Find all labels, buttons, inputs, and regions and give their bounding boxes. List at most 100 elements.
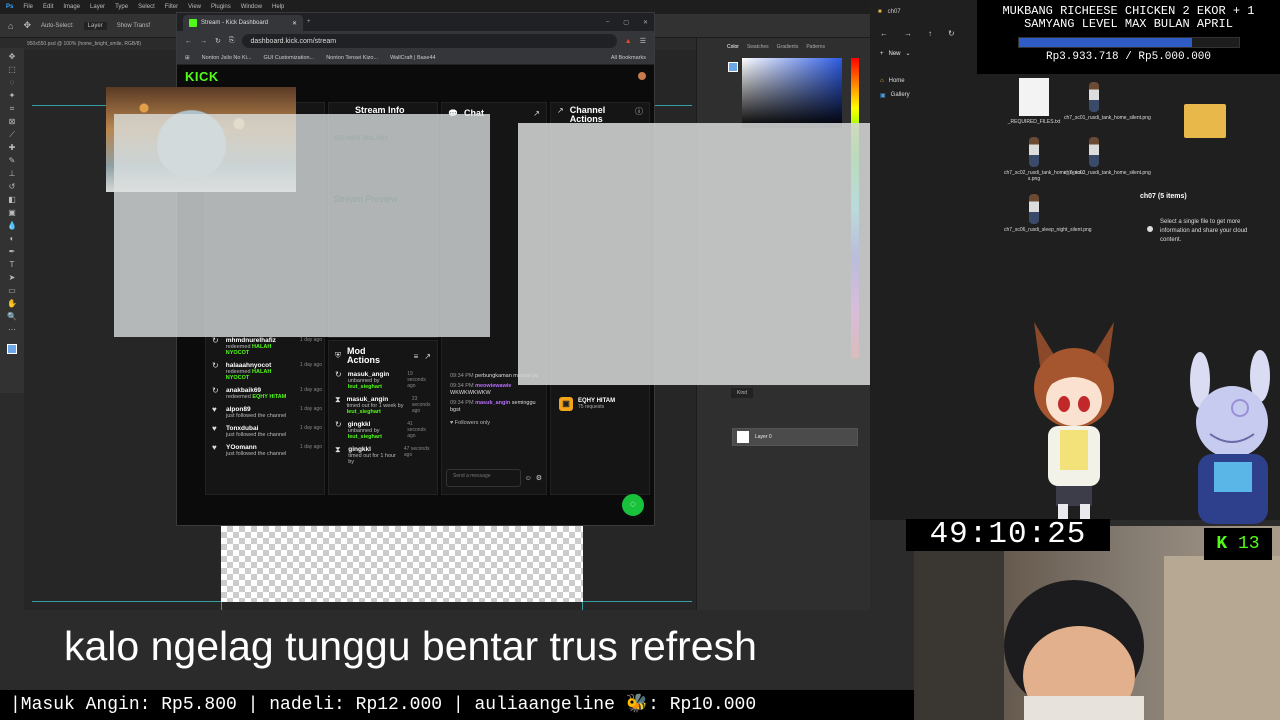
- forward-icon[interactable]: →: [200, 38, 207, 45]
- shape-tool[interactable]: ▭: [7, 286, 17, 295]
- sidebar-item-home[interactable]: ⌂ Home: [880, 74, 910, 88]
- layer-row[interactable]: Layer 0: [732, 428, 858, 446]
- home-icon[interactable]: ⌂: [8, 21, 13, 31]
- bookmark-item-4[interactable]: WallCraft | Base44: [390, 55, 436, 61]
- more-tools[interactable]: ⋯: [7, 325, 17, 334]
- tab-gradients[interactable]: Gradients: [777, 44, 799, 50]
- bookmark-item-1[interactable]: Nonton Jsilo No Ki...: [202, 55, 252, 61]
- frame-tool[interactable]: ⊠: [7, 117, 17, 126]
- type-tool[interactable]: T: [7, 260, 17, 269]
- avatar[interactable]: [638, 72, 646, 80]
- crop-tool[interactable]: ⌗: [7, 104, 17, 113]
- mod-action-user[interactable]: masuk_angin: [348, 371, 402, 378]
- healing-tool[interactable]: ✚: [7, 143, 17, 152]
- new-tab-icon[interactable]: +: [307, 19, 311, 25]
- bookmark-item-2[interactable]: GUI Customization...: [263, 55, 314, 61]
- file-item[interactable]: ch7_sc02_rusdi_tank_home_seriou s.png: [1004, 133, 1083, 182]
- ps-logo[interactable]: Ps: [6, 4, 13, 10]
- file-item[interactable]: ch7_sc01_rusdi_tank_home_silent.png: [1064, 78, 1151, 125]
- blur-tool[interactable]: 💧: [7, 221, 17, 230]
- extension-icon[interactable]: ▲: [625, 38, 632, 45]
- magic-wand-tool[interactable]: ✦: [7, 91, 17, 100]
- sidebar-item-gallery[interactable]: ▣ Gallery: [880, 88, 910, 102]
- menu-filter[interactable]: Filter: [165, 4, 178, 10]
- chat-input[interactable]: Send a message: [446, 469, 521, 487]
- popout-icon[interactable]: ↗: [424, 352, 431, 361]
- zoom-tool[interactable]: 🔍: [7, 312, 17, 321]
- new-button[interactable]: + New ⌄: [880, 50, 911, 58]
- browser-tab[interactable]: Stream - Kick Dashboard ✕: [183, 15, 303, 31]
- menu-image[interactable]: Image: [63, 4, 80, 10]
- hand-tool[interactable]: ✋: [7, 299, 17, 308]
- bookmark-item-3[interactable]: Nonton Tensei Kizo...: [326, 55, 378, 61]
- tab-swatches[interactable]: Swatches: [747, 44, 769, 50]
- activity-user[interactable]: YOomann: [226, 444, 286, 451]
- menu-plugins[interactable]: Plugins: [211, 4, 231, 10]
- activity-user[interactable]: mhmdnurelhafiz: [226, 337, 294, 344]
- menu-icon[interactable]: ☰: [640, 37, 646, 45]
- mod-action-by[interactable]: leut_sieghart: [348, 434, 382, 440]
- menu-edit[interactable]: Edit: [43, 4, 53, 10]
- file-item[interactable]: ch7_sc03_rusdi_tank_home_silent.png: [1064, 133, 1151, 182]
- foreground-swatch[interactable]: [728, 62, 738, 72]
- minimize-icon[interactable]: –: [606, 19, 609, 26]
- menu-select[interactable]: Select: [138, 4, 155, 10]
- lasso-tool[interactable]: ◌: [7, 78, 17, 87]
- folder-thumbnail-icon[interactable]: [1184, 104, 1226, 138]
- activity-user[interactable]: anakbaik69: [226, 387, 286, 394]
- info-icon[interactable]: ⓘ: [635, 106, 643, 124]
- up-icon[interactable]: ↑: [928, 29, 932, 38]
- file-item[interactable]: _REQUIRED_FILES.txt: [1004, 78, 1064, 125]
- marquee-tool[interactable]: ⬚: [7, 65, 17, 74]
- history-brush-tool[interactable]: ↺: [7, 182, 17, 191]
- activity-user[interactable]: alpon89: [226, 406, 286, 413]
- pen-tool[interactable]: ✒: [7, 247, 17, 256]
- menu-file[interactable]: File: [23, 4, 33, 10]
- foreground-color-swatch[interactable]: [7, 344, 17, 354]
- back-icon[interactable]: ←: [880, 29, 888, 38]
- auto-select-checkbox[interactable]: Auto-Select:: [41, 23, 74, 29]
- activity-user[interactable]: halaaahnyocot: [226, 362, 294, 369]
- kick-logo[interactable]: KICK: [185, 69, 219, 84]
- mod-action-by[interactable]: leut_sieghart: [347, 409, 381, 415]
- address-bar[interactable]: dashboard.kick.com/stream: [242, 34, 617, 48]
- mod-action-user[interactable]: gingkkl: [348, 446, 398, 453]
- close-tab-icon[interactable]: ✕: [292, 20, 297, 27]
- stamp-tool[interactable]: ⊥: [7, 169, 17, 178]
- reward-queue-item[interactable]: ▣ EQHY HITAM 75 requests: [559, 397, 615, 411]
- dodge-tool[interactable]: ◐: [7, 234, 17, 243]
- tab-patterns[interactable]: Patterns: [806, 44, 825, 50]
- move-tool[interactable]: ✥: [7, 52, 17, 61]
- forward-icon[interactable]: →: [904, 29, 912, 38]
- reload-icon[interactable]: ↻: [215, 37, 221, 45]
- path-select-tool[interactable]: ➤: [7, 273, 17, 282]
- gradient-tool[interactable]: ▣: [7, 208, 17, 217]
- menu-view[interactable]: View: [188, 4, 201, 10]
- close-window-icon[interactable]: ✕: [643, 19, 648, 26]
- show-transform-checkbox[interactable]: Show Transf: [117, 23, 150, 29]
- file-item[interactable]: ch7_sc06_rusdi_sleep_night_silent.png: [1004, 190, 1092, 233]
- mod-action-user[interactable]: masuk_angin: [347, 396, 406, 403]
- all-bookmarks[interactable]: All Bookmarks: [611, 55, 646, 61]
- settings-icon[interactable]: ⚙: [536, 474, 542, 482]
- menu-help[interactable]: Help: [272, 4, 284, 10]
- emote-icon[interactable]: ☺: [525, 475, 532, 482]
- filter-icon[interactable]: ≡: [414, 352, 419, 361]
- move-tool-icon[interactable]: ✥: [23, 20, 31, 31]
- refresh-icon[interactable]: ↻: [948, 29, 955, 38]
- back-icon[interactable]: ←: [185, 38, 192, 45]
- mod-action-user[interactable]: gingkkl: [348, 421, 402, 428]
- activity-user[interactable]: Tonxdubai: [226, 425, 286, 432]
- brush-tool[interactable]: ✎: [7, 156, 17, 165]
- eraser-tool[interactable]: ◧: [7, 195, 17, 204]
- support-chat-button[interactable]: ◌: [622, 494, 644, 516]
- menu-type[interactable]: Type: [115, 4, 128, 10]
- mod-action-by[interactable]: leut_sieghart: [348, 384, 382, 390]
- eyedropper-tool[interactable]: ⟋: [7, 130, 17, 139]
- color-picker-field[interactable]: [742, 58, 842, 128]
- auto-select-target[interactable]: Layer: [83, 21, 107, 30]
- popout-icon[interactable]: ↗: [557, 106, 564, 124]
- layers-filter[interactable]: Kind: [731, 388, 754, 398]
- tab-color[interactable]: Color: [727, 44, 739, 50]
- chat-user[interactable]: meowiewawie: [475, 383, 511, 389]
